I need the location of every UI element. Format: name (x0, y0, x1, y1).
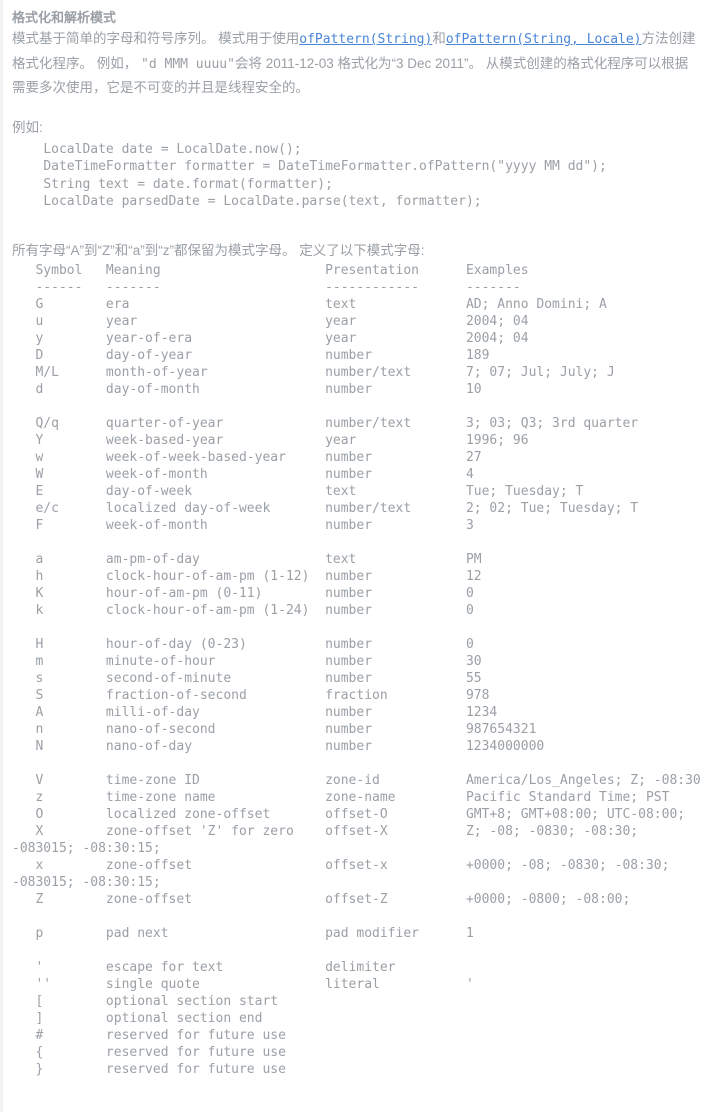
inline-pattern-example: "d MMM uuuu" (141, 56, 235, 72)
intro-paragraph: 模式基于简单的字母和符号序列。 模式用于使用ofPattern(String)和… (12, 27, 708, 100)
example-label: 例如: (12, 119, 43, 135)
page-title: 格式化和解析模式 (12, 10, 117, 25)
reserved-letters-note: 所有字母“A”到“Z”和“a”到“z”都保留为模式字母。 定义了以下模式字母: (12, 242, 425, 258)
intro-text-part-1: 模式基于简单的字母和符号序列。 模式用于使用 (12, 31, 300, 46)
example-code-block: LocalDate date = LocalDate.now(); DateTi… (43, 141, 607, 210)
pattern-letters-table: Symbol Meaning Presentation Examples ---… (12, 262, 701, 1077)
of-pattern-string-locale-link[interactable]: ofPattern(String, Locale) (446, 32, 642, 47)
of-pattern-string-link[interactable]: ofPattern(String) (299, 32, 432, 47)
intro-text-part-2: 和 (432, 31, 446, 46)
documentation-page: 格式化和解析模式 模式基于简单的字母和符号序列。 模式用于使用ofPattern… (0, 0, 716, 1112)
